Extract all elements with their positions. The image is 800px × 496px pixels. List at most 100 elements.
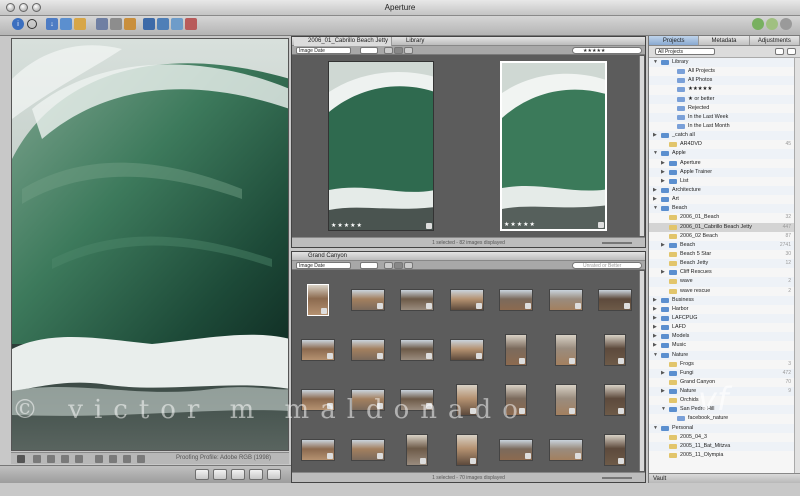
stamp-tool-icon[interactable] — [137, 455, 145, 463]
disclosure-closed-icon[interactable]: ▶ — [661, 369, 665, 378]
thumbnail[interactable] — [505, 334, 527, 366]
rotate-left-icon[interactable] — [143, 18, 155, 30]
straighten-tool-icon[interactable] — [47, 455, 55, 463]
thumbnail[interactable] — [455, 384, 478, 416]
thumbnail[interactable] — [505, 384, 527, 416]
viewer-mode-button[interactable] — [195, 469, 209, 480]
tree-item[interactable]: ▶ Beach 2741 — [649, 240, 794, 250]
disclosure-closed-icon[interactable]: ▶ — [661, 268, 665, 277]
thumbnail[interactable] — [350, 439, 385, 461]
browser-mode-button[interactable] — [231, 469, 245, 480]
disclosure-open-icon[interactable]: ▼ — [653, 204, 658, 213]
tree-item[interactable]: Orchids — [649, 396, 794, 405]
tab-grand-canyon[interactable]: Grand Canyon — [294, 252, 364, 261]
crop-tool-icon[interactable] — [61, 455, 69, 463]
main-viewer[interactable] — [11, 38, 289, 451]
disclosure-closed-icon[interactable]: ▶ — [653, 341, 657, 350]
search-icon[interactable] — [27, 19, 37, 29]
tree-item[interactable]: 2006_02 Beach 87 — [649, 232, 794, 241]
tree-item[interactable]: ▶ LAFD — [649, 323, 794, 332]
lift-icon[interactable] — [766, 18, 778, 30]
list-view-button-top[interactable] — [404, 47, 413, 54]
close-window-button[interactable] — [6, 3, 15, 12]
tree-item[interactable]: ▶ LAFCPUG — [649, 313, 794, 324]
tab-cabrillo[interactable]: 2006_01_Cabrillo Beach Jetty — [294, 37, 392, 46]
tree-item[interactable]: ▶ _catch all — [649, 131, 794, 141]
thumbnail[interactable] — [400, 289, 434, 311]
tree-item[interactable]: 2005_11_Olympia — [649, 451, 794, 460]
tree-item[interactable]: ▼ San Pedro Hill — [649, 405, 794, 415]
action-menu-button[interactable] — [787, 48, 796, 55]
browser-scrollbar-top[interactable] — [639, 56, 644, 236]
tab-metadata[interactable]: Metadata — [699, 36, 750, 45]
tree-item[interactable]: ★★★★★ — [649, 85, 794, 94]
grid-view-button-top[interactable] — [384, 47, 393, 54]
disclosure-closed-icon[interactable]: ▶ — [661, 387, 665, 396]
thumbnail[interactable] — [499, 289, 533, 311]
disclosure-closed-icon[interactable]: ▶ — [661, 177, 665, 186]
tree-item[interactable]: In the Last Month — [649, 122, 794, 131]
thumbnail[interactable] — [554, 384, 577, 416]
loupe-icon[interactable] — [752, 18, 764, 30]
tree-item[interactable]: ▶ Music — [649, 341, 794, 350]
tree-item[interactable]: ▼ Apple — [649, 149, 794, 159]
thumbnail[interactable] — [604, 384, 626, 416]
loupe-tool-icon[interactable] — [109, 455, 117, 463]
tree-item[interactable]: ▶ Fungi 472 — [649, 368, 794, 378]
tree-item[interactable]: All Projects — [649, 67, 794, 76]
tab-adjustments[interactable]: Adjustments — [750, 36, 800, 45]
thumbnail-size-slider-bottom[interactable] — [602, 477, 632, 479]
tree-item[interactable]: ▼ Nature — [649, 350, 794, 360]
thumbnail[interactable] — [455, 434, 478, 466]
tree-item[interactable]: 2006_01_Cabrillo Beach Jetty 447 — [649, 222, 794, 232]
new-project-icon[interactable] — [60, 18, 72, 30]
inspector-info-icon[interactable]: i — [12, 18, 24, 30]
tree-item[interactable]: wave 2 — [649, 277, 794, 287]
tree-item[interactable]: ▶ Harbor — [649, 305, 794, 314]
disclosure-closed-icon[interactable]: ▶ — [653, 314, 657, 323]
sort-order-top[interactable] — [360, 47, 378, 54]
disclosure-open-icon[interactable]: ▼ — [653, 149, 658, 158]
disclosure-closed-icon[interactable]: ▶ — [653, 305, 657, 314]
disclosure-closed-icon[interactable]: ▶ — [653, 296, 657, 305]
thumbnail[interactable] — [400, 389, 434, 411]
email-icon[interactable] — [171, 18, 183, 30]
redeye-tool-icon[interactable] — [95, 455, 103, 463]
grid-view-button-bottom[interactable] — [384, 262, 393, 269]
tree-item[interactable]: AR4DVD 45 — [649, 140, 794, 149]
thumbnail[interactable] — [554, 334, 577, 366]
thumbnail[interactable] — [301, 339, 335, 361]
disclosure-closed-icon[interactable]: ▶ — [653, 332, 657, 341]
tree-scrollbar[interactable] — [794, 58, 800, 478]
tree-item[interactable]: ★ or better — [649, 94, 794, 104]
tree-item[interactable]: Frogs 3 — [649, 360, 794, 369]
rating-filter-top[interactable]: ★★★★★ — [572, 47, 642, 54]
thumbnail-1[interactable]: ★★★★★ — [328, 61, 434, 231]
thumbnail[interactable] — [350, 389, 385, 411]
tree-item[interactable]: Beach Jetty 12 — [649, 259, 794, 269]
sort-dropdown-bottom[interactable]: Image Date — [296, 262, 351, 269]
thumbnail[interactable] — [548, 439, 583, 461]
disclosure-closed-icon[interactable]: ▶ — [653, 195, 657, 204]
thumbnail[interactable] — [604, 434, 626, 466]
tree-item[interactable]: Grand Canyon 70 — [649, 378, 794, 387]
stamp-icon[interactable] — [780, 18, 792, 30]
tree-item[interactable]: ▼ Beach — [649, 204, 794, 214]
tree-item[interactable]: ▶ Nature 9 — [649, 387, 794, 397]
tree-item[interactable]: ▶ Art — [649, 195, 794, 204]
new-album-icon[interactable] — [74, 18, 86, 30]
tree-item[interactable]: Beach 5 Star 30 — [649, 250, 794, 259]
thumbnail[interactable] — [499, 439, 533, 461]
thumbnail[interactable] — [406, 434, 428, 466]
thumbnail-size-slider-top[interactable] — [602, 242, 632, 244]
thumbnail[interactable] — [301, 439, 335, 461]
stack-icon[interactable] — [96, 18, 108, 30]
select-tool-icon[interactable] — [17, 455, 25, 463]
thumbnail[interactable] — [400, 339, 434, 361]
tree-item[interactable]: ▶ Aperture — [649, 159, 794, 168]
tree-item[interactable]: ▶ List — [649, 177, 794, 186]
rotate-tool-icon[interactable] — [33, 455, 41, 463]
add-project-button[interactable] — [775, 48, 784, 55]
sort-order-bottom[interactable] — [360, 262, 378, 269]
tab-projects[interactable]: Projects — [649, 36, 700, 45]
